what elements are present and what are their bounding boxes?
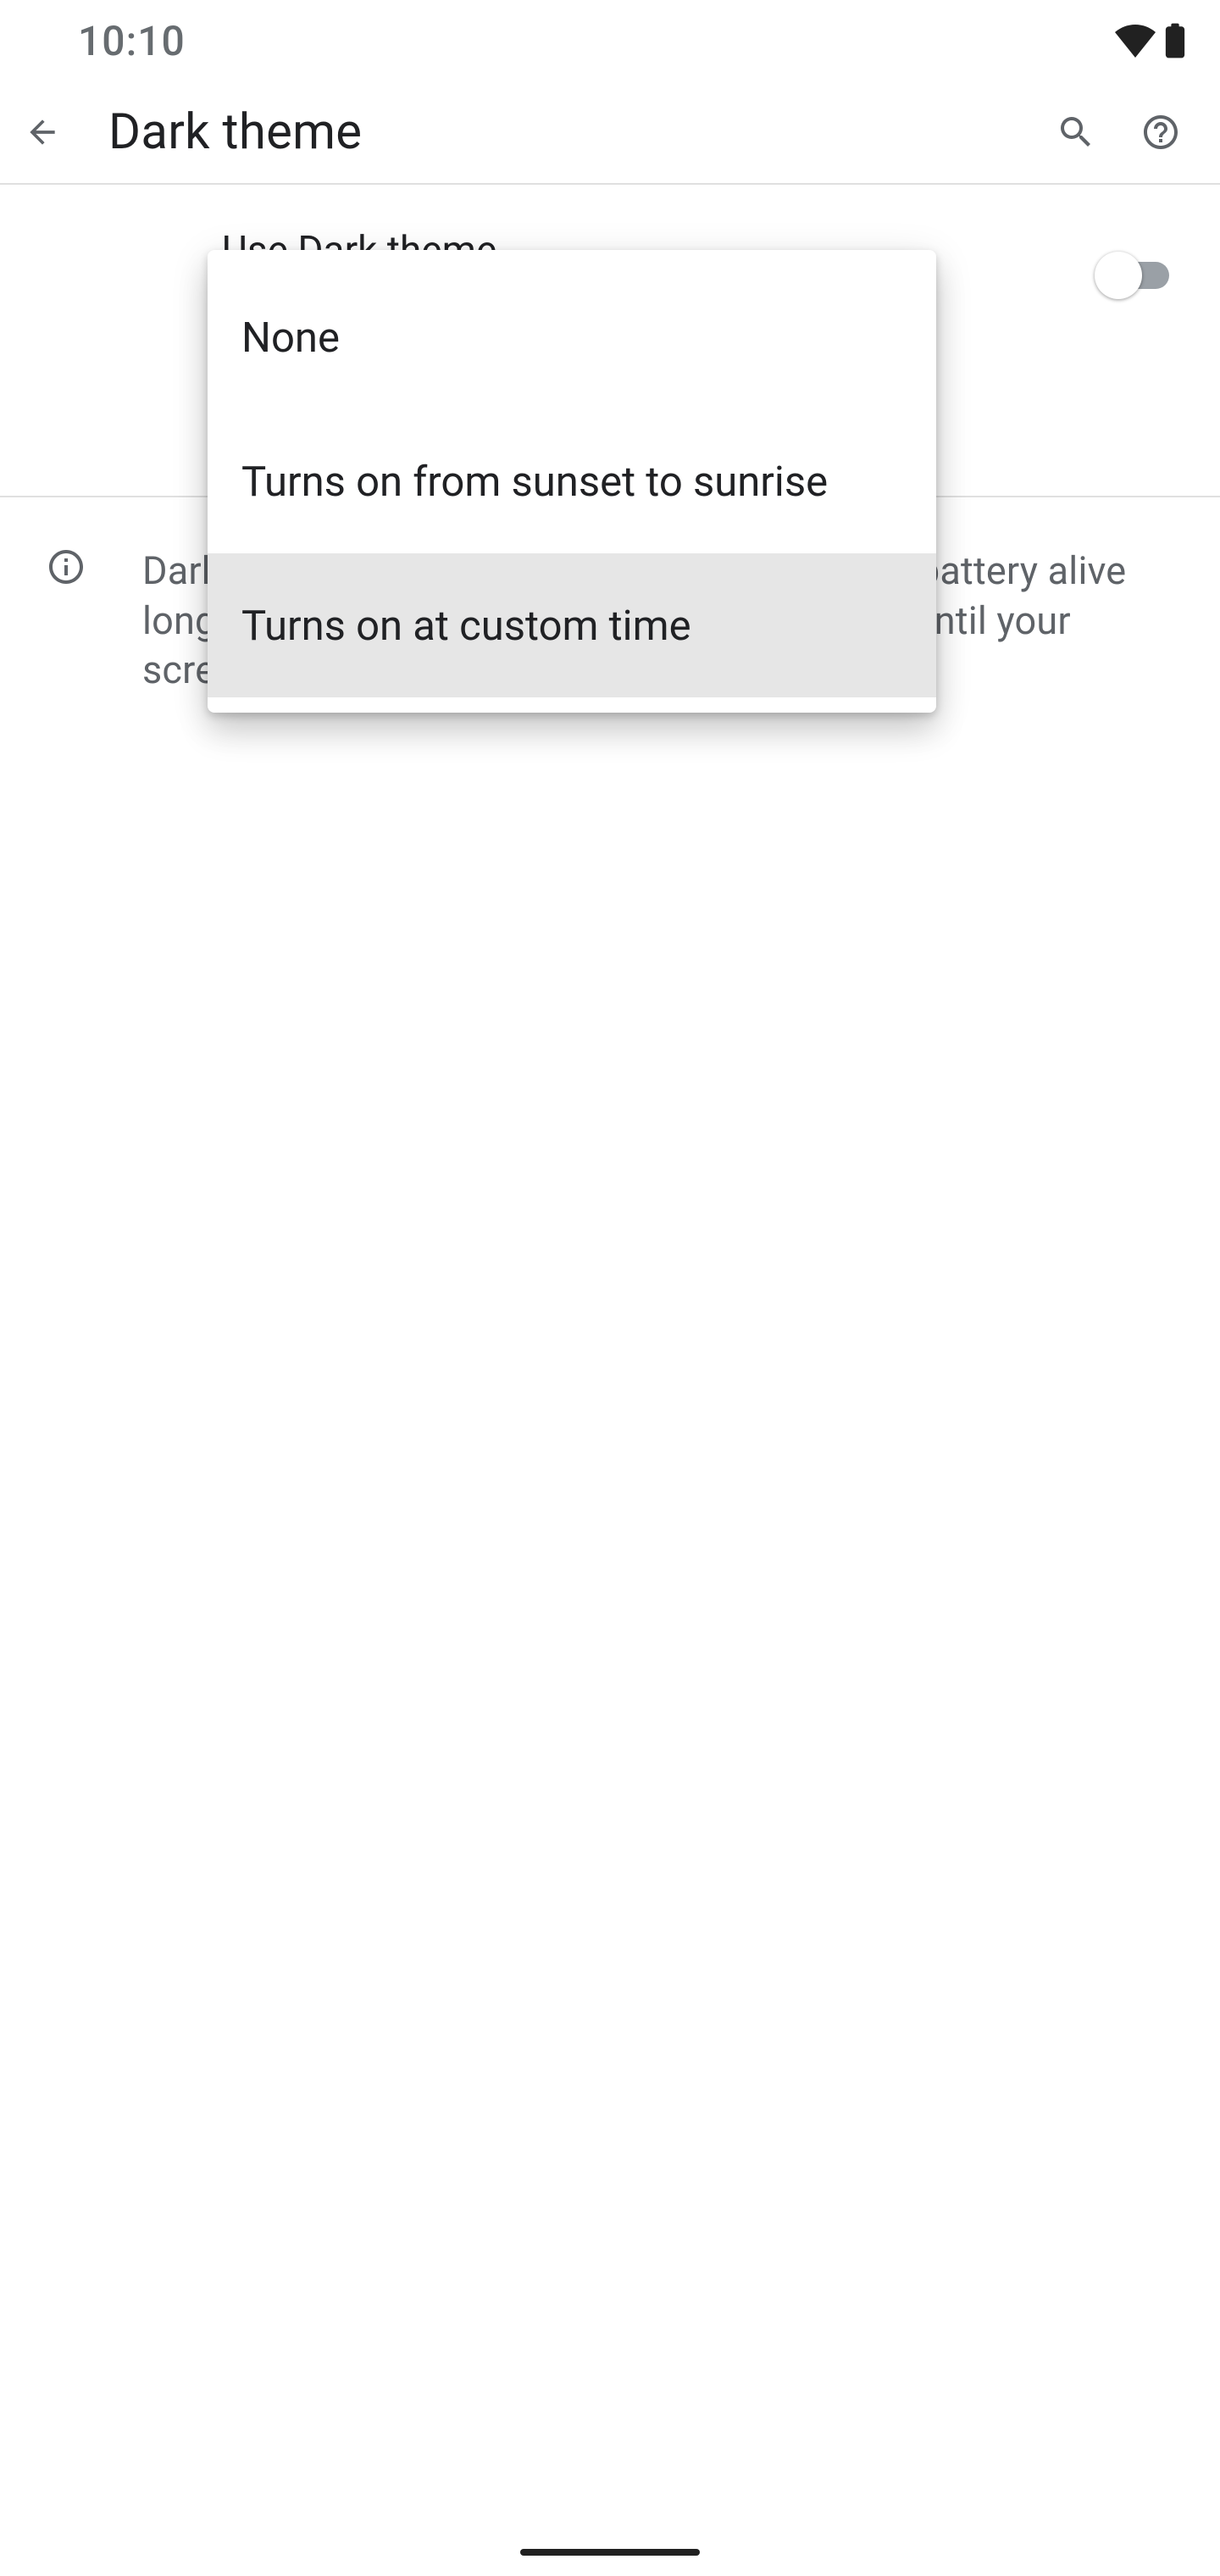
app-bar: Dark theme (0, 81, 1220, 183)
help-button[interactable] (1118, 90, 1203, 175)
status-bar: 10:10 (0, 0, 1220, 81)
menu-item-custom-time[interactable]: Turns on at custom time (208, 553, 936, 697)
page-title: Dark theme (108, 103, 1034, 161)
battery-icon (1164, 23, 1186, 58)
status-icons (1115, 23, 1186, 58)
menu-item-none[interactable]: None (208, 265, 936, 409)
search-icon (1056, 112, 1096, 153)
search-button[interactable] (1034, 90, 1118, 175)
back-button[interactable] (0, 90, 85, 175)
status-time: 10:10 (78, 17, 186, 65)
nav-handle[interactable] (520, 2549, 700, 2556)
info-icon (46, 547, 86, 696)
use-dark-theme-switch[interactable] (1098, 253, 1169, 297)
arrow-left-icon (24, 114, 61, 151)
wifi-icon (1115, 24, 1156, 58)
menu-item-sunset-sunrise[interactable]: Turns on from sunset to sunrise (208, 409, 936, 553)
help-icon (1140, 112, 1181, 153)
schedule-menu: None Turns on from sunset to sunrise Tur… (208, 250, 936, 713)
switch-thumb (1095, 252, 1142, 299)
